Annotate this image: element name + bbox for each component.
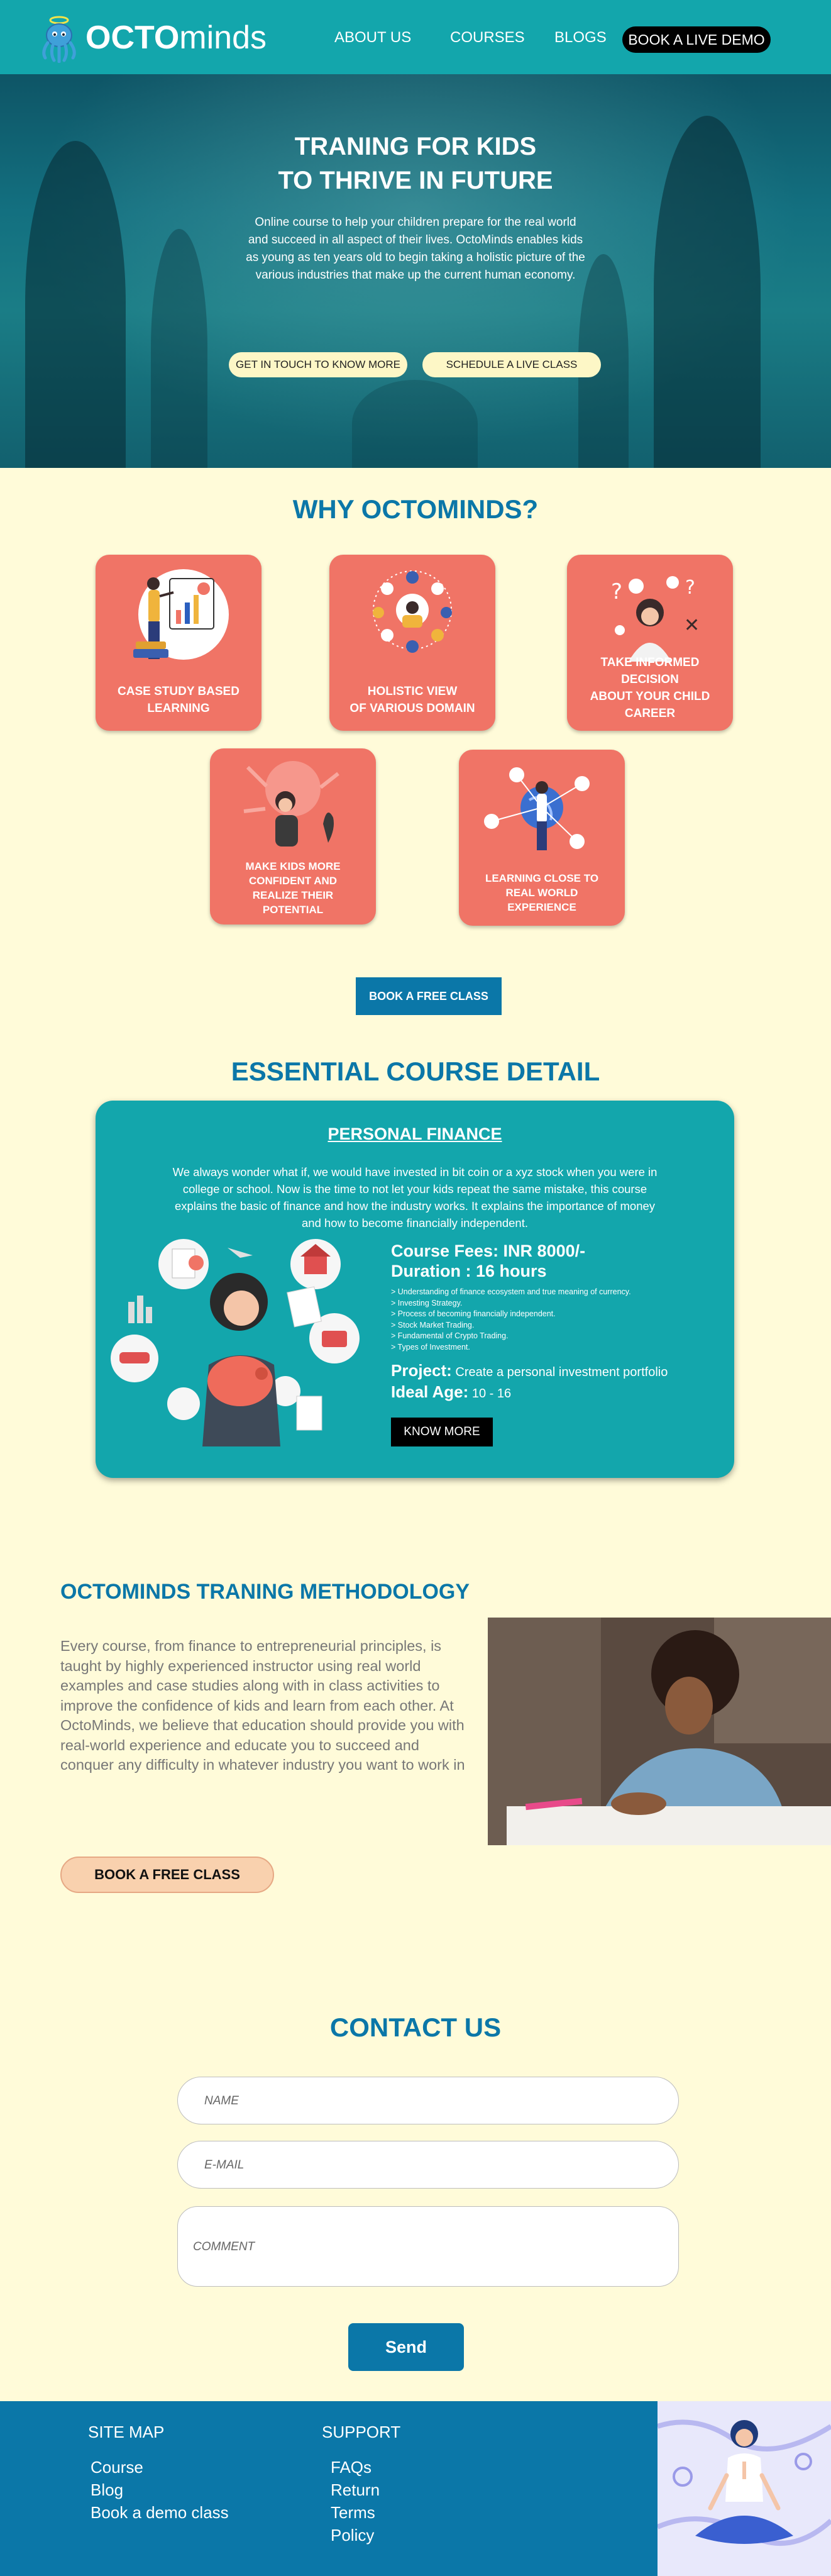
schedule-live-class-button[interactable]: SCHEDULE A LIVE CLASS: [422, 352, 601, 377]
get-in-touch-button[interactable]: GET IN TOUCH TO KNOW MORE: [229, 352, 407, 377]
why-section-title: WHY OCTOMINDS?: [292, 494, 539, 524]
piggy-bank-girl-icon: [111, 1239, 360, 1446]
logo[interactable]: OCTOminds: [38, 13, 267, 63]
footer: SITE MAP Course Blog Book a demo class S…: [0, 2401, 831, 2576]
footer-link-blog[interactable]: Blog: [91, 2480, 123, 2500]
nav-courses[interactable]: COURSES: [450, 29, 525, 47]
domain-icons-cluster-icon: [373, 570, 452, 653]
know-more-button[interactable]: KNOW MORE: [391, 1418, 493, 1446]
hero-section: TRANING FOR KIDS TO THRIVE IN FUTURE Onl…: [0, 74, 831, 468]
hero-title: TRANING FOR KIDS TO THRIVE IN FUTURE: [278, 133, 553, 194]
list-item: > Stock Market Trading.: [391, 1320, 475, 1330]
footer-link-book-demo[interactable]: Book a demo class: [91, 2503, 229, 2523]
nav-about-us[interactable]: ABOUT US: [334, 29, 411, 47]
footer-link-policy[interactable]: Policy: [331, 2526, 374, 2545]
support-heading: SUPPORT: [322, 2423, 401, 2441]
logo-text: OCTOminds: [85, 19, 267, 56]
why-card-case-study: CASE STUDY BASED LEARNING: [96, 555, 261, 731]
methodology-title: OCTOMINDS TRANING METHODOLOGY: [60, 1580, 470, 1604]
why-card-confident-kids: MAKE KIDS MORE CONFIDENT AND REALIZE THEIR…: [210, 748, 376, 924]
book-free-class-peach-button[interactable]: BOOK A FREE CLASS: [60, 1857, 274, 1893]
book-free-class-button[interactable]: BOOK A FREE CLASS: [356, 977, 502, 1015]
course-title[interactable]: PERSONAL FINANCE: [96, 1124, 734, 1144]
list-item: > Investing Strategy.: [391, 1298, 463, 1307]
list-item: > Fundamental of Crypto Trading.: [391, 1331, 509, 1340]
meditation-illustration: [658, 2401, 831, 2576]
svg-text:✕: ✕: [684, 614, 700, 636]
card-label: TAKE INFORMED DECISION ABOUT YOUR CHILD CA…: [590, 656, 710, 720]
why-card-real-world: LEARNING CLOSE TO REAL WORLD EXPERIENCE: [459, 750, 625, 926]
course-topics-list: > Understanding of finance ecosystem and…: [391, 1287, 631, 1353]
svg-text:?: ?: [685, 577, 695, 599]
course-description: We always wonder what if, we would have …: [172, 1165, 658, 1230]
book-live-demo-button[interactable]: BOOK A LIVE DEMO: [622, 26, 771, 53]
course-ideal-age: Ideal Age: 10 - 16: [391, 1382, 512, 1401]
list-item: > Process of becoming financially indepe…: [391, 1309, 556, 1318]
footer-link-terms[interactable]: Terms: [331, 2503, 375, 2523]
meditating-girl-icon: [658, 2419, 831, 2546]
student-photo-image: [488, 1618, 831, 1845]
student-writing-photo: [488, 1618, 831, 1845]
send-button[interactable]: Send: [348, 2323, 464, 2371]
top-navbar: OCTOminds ABOUT US COURSES BLOGS BOOK A …: [0, 0, 831, 74]
card-label: CASE STUDY BASED LEARNING: [118, 685, 239, 715]
footer-link-faqs[interactable]: FAQs: [331, 2458, 371, 2477]
hero-description: Online course to help your children prep…: [246, 216, 585, 282]
sitemap-heading: SITE MAP: [88, 2423, 165, 2441]
why-card-informed-decision: ? ? ✕ TAKE INFORMED DECISION ABOUT YOUR C…: [567, 555, 733, 731]
presentation-chart-icon: [133, 569, 229, 660]
card-label: HOLISTIC VIEW OF VARIOUS DOMAIN: [349, 685, 475, 715]
course-project: Project: Create a personal investment po…: [391, 1361, 668, 1380]
name-input[interactable]: NAME: [177, 2077, 679, 2124]
comment-textarea[interactable]: COMMENT: [177, 2206, 679, 2287]
confident-girl-icon: [243, 761, 339, 847]
footer-link-course[interactable]: Course: [91, 2458, 143, 2477]
octopus-logo-icon: [42, 16, 76, 63]
list-item: > Types of Investment.: [391, 1342, 470, 1352]
card-label: LEARNING CLOSE TO REAL WORLD EXPERIENCE: [485, 872, 599, 913]
course-card-personal-finance: PERSONAL FINANCE We always wonder what i…: [96, 1101, 734, 1478]
course-duration: Duration : 16 hours: [391, 1262, 547, 1280]
email-input[interactable]: E-MAIL: [177, 2141, 679, 2189]
list-item: > Understanding of finance ecosystem and…: [391, 1287, 631, 1296]
contact-section-title: CONTACT US: [329, 2012, 502, 2042]
why-card-holistic-view: HOLISTIC VIEW OF VARIOUS DOMAIN: [329, 555, 495, 731]
footer-link-return[interactable]: Return: [331, 2480, 380, 2500]
svg-text:?: ?: [611, 579, 622, 604]
global-network-icon: [484, 767, 590, 850]
card-label: MAKE KIDS MORE CONFIDENT AND REALIZE THEIR…: [245, 860, 341, 916]
nav-blogs[interactable]: BLOGS: [554, 29, 607, 47]
course-section-title: ESSENTIAL COURSE DETAIL: [231, 1057, 600, 1086]
methodology-text: Every course, from finance to entreprene…: [60, 1638, 465, 1773]
course-fees: Course Fees: INR 8000/-: [391, 1241, 586, 1260]
